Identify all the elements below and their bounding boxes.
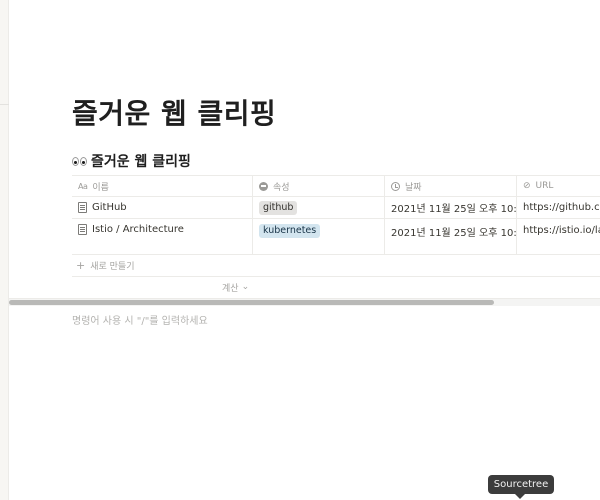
dock-tooltip: Sourcetree <box>488 475 554 499</box>
page-title[interactable]: 즐거운 웹 클리핑 <box>72 92 276 132</box>
cell-tag[interactable]: kubernetes <box>253 219 385 254</box>
column-header-tag[interactable]: 속성 <box>253 176 385 196</box>
tag-badge: kubernetes <box>259 224 321 238</box>
table-header: Aa 이름 속성 날짜 ⊘ URL <box>72 175 600 197</box>
cell-tag[interactable]: github <box>253 197 385 218</box>
column-header-url[interactable]: ⊘ URL <box>517 176 600 196</box>
url-link[interactable]: https://github.com <box>523 201 600 215</box>
database-title[interactable]: 즐거운 웹 클리핑 <box>72 151 191 171</box>
plus-icon: + <box>76 259 86 272</box>
cell-name[interactable]: GitHub <box>72 197 253 218</box>
text-type-icon: Aa <box>78 181 88 191</box>
cell-date[interactable]: 2021년 11월 25일 오후 10:26 <box>385 219 517 254</box>
scrollbar-thumb[interactable] <box>9 300 494 305</box>
cell-url[interactable]: https://istio.io/latest/docs/ops/deploym… <box>517 219 600 254</box>
chevron-down-icon: ⌄ <box>241 282 250 292</box>
cell-url[interactable]: https://github.com <box>517 197 600 218</box>
table-row[interactable]: GitHub github 2021년 11월 25일 오후 10:38 htt… <box>72 197 600 219</box>
table-row[interactable]: Istio / Architecture kubernetes 2021년 11… <box>72 219 600 255</box>
sidebar-divider <box>0 104 9 105</box>
new-row-button[interactable]: + 새로 만들기 <box>72 255 600 277</box>
select-type-icon <box>259 181 268 191</box>
tag-badge: github <box>259 200 298 215</box>
database-table: Aa 이름 속성 날짜 ⊘ URL GitHub github 2021년 11… <box>72 175 600 299</box>
clock-icon <box>391 181 400 191</box>
column-header-name[interactable]: Aa 이름 <box>72 176 253 196</box>
link-icon: ⊘ <box>523 181 531 191</box>
url-link[interactable]: https://istio.io/latest/docs/ops/deploym… <box>523 224 600 238</box>
calculate-button[interactable]: 계산 ⌄ <box>222 279 249 295</box>
cell-name[interactable]: Istio / Architecture <box>72 219 253 254</box>
column-header-date[interactable]: 날짜 <box>385 176 517 196</box>
cell-date[interactable]: 2021년 11월 25일 오후 10:38 <box>385 197 517 218</box>
page-icon <box>78 224 87 235</box>
sidebar-edge <box>0 0 9 500</box>
eyes-icon <box>72 156 87 166</box>
database-title-text: 즐거운 웹 클리핑 <box>91 154 191 170</box>
horizontal-scrollbar[interactable] <box>9 298 600 306</box>
page-icon <box>78 202 87 213</box>
block-placeholder[interactable]: 명령어 사용 시 "/"를 입력하세요 <box>72 312 208 327</box>
